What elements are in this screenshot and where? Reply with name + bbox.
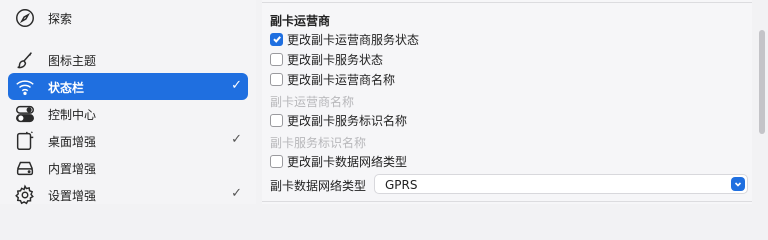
divider — [262, 2, 752, 3]
checkbox[interactable] — [270, 154, 283, 168]
drive-icon — [13, 156, 37, 180]
option-label: 更改副卡数据网络类型 — [287, 154, 408, 169]
service-identifier-field-disabled: 副卡服务标识名称 — [270, 136, 367, 150]
toggles-icon — [13, 102, 37, 126]
option-change-service-status[interactable]: 更改副卡服务状态 — [270, 50, 383, 68]
option-change-service-identifier-name[interactable]: 更改副卡服务标识名称 — [270, 111, 407, 129]
checkbox[interactable] — [270, 52, 283, 66]
network-type-select[interactable]: GPRS — [374, 174, 748, 194]
option-label: 更改副卡运营商名称 — [287, 72, 396, 87]
compass-icon — [13, 6, 37, 30]
sidebar-item-label: 图标主题 — [48, 54, 97, 68]
sidebar-item-desktop-enhance[interactable]: 桌面增强 ✓ — [8, 127, 248, 154]
gear-icon — [13, 183, 37, 207]
sidebar-item-icon-theme[interactable]: 图标主题 — [8, 46, 248, 73]
sidebar-item-label: 桌面增强 — [48, 135, 97, 149]
checkbox[interactable] — [270, 113, 283, 127]
scrollbar[interactable] — [756, 0, 768, 204]
option-label: 更改副卡运营商服务状态 — [287, 32, 420, 47]
network-type-label: 副卡数据网络类型 — [270, 178, 367, 193]
sidebar-item-label: 设置增强 — [48, 189, 97, 203]
checkbox[interactable] — [270, 32, 283, 46]
network-type-row: 副卡数据网络类型 GPRS — [270, 174, 748, 196]
sidebar-item-label: 控制中心 — [48, 108, 97, 122]
option-label: 更改副卡服务标识名称 — [287, 113, 408, 128]
settings-panel: 副卡运营商 更改副卡运营商服务状态 更改副卡服务状态 更改副卡运营商名称 副卡运… — [256, 0, 768, 204]
check-icon: ✓ — [231, 186, 242, 201]
check-icon: ✓ — [231, 78, 242, 93]
sidebar: 探索 图标主题 状态栏 ✓ 控制中心 桌面增强 ✓ 内置增强 设置增强 ✓ — [0, 0, 256, 205]
chevron-down-icon[interactable] — [731, 177, 745, 191]
sidebar-item-control-center[interactable]: 控制中心 — [8, 100, 248, 127]
sidebar-item-settings-enhance[interactable]: 设置增强 ✓ — [8, 181, 248, 208]
section-title: 副卡运营商 — [270, 14, 331, 28]
checkbox[interactable] — [270, 72, 283, 86]
option-change-data-network-type[interactable]: 更改副卡数据网络类型 — [270, 152, 407, 170]
sidebar-item-explore[interactable]: 探索 — [8, 4, 248, 31]
sidebar-item-label: 内置增强 — [48, 162, 97, 176]
check-icon: ✓ — [231, 132, 242, 147]
network-type-value: GPRS — [385, 178, 418, 192]
scrollbar-thumb[interactable] — [759, 30, 765, 134]
divider — [262, 201, 752, 202]
sidebar-item-label: 探索 — [48, 12, 73, 26]
sidebar-item-status-bar[interactable]: 状态栏 ✓ — [8, 73, 248, 100]
desktop-icon — [13, 129, 37, 153]
sidebar-item-builtin-enhance[interactable]: 内置增强 — [8, 154, 248, 181]
wifi-icon — [13, 75, 37, 99]
option-change-carrier-service-status[interactable]: 更改副卡运营商服务状态 — [270, 30, 419, 48]
sidebar-item-label: 状态栏 — [48, 81, 85, 95]
brush-icon — [13, 48, 37, 72]
carrier-name-field-disabled: 副卡运营商名称 — [270, 95, 355, 109]
carrier-settings-card: 副卡运营商 更改副卡运营商服务状态 更改副卡服务状态 更改副卡运营商名称 副卡运… — [262, 0, 752, 204]
option-change-carrier-name[interactable]: 更改副卡运营商名称 — [270, 70, 395, 88]
option-label: 更改副卡服务状态 — [287, 52, 384, 67]
